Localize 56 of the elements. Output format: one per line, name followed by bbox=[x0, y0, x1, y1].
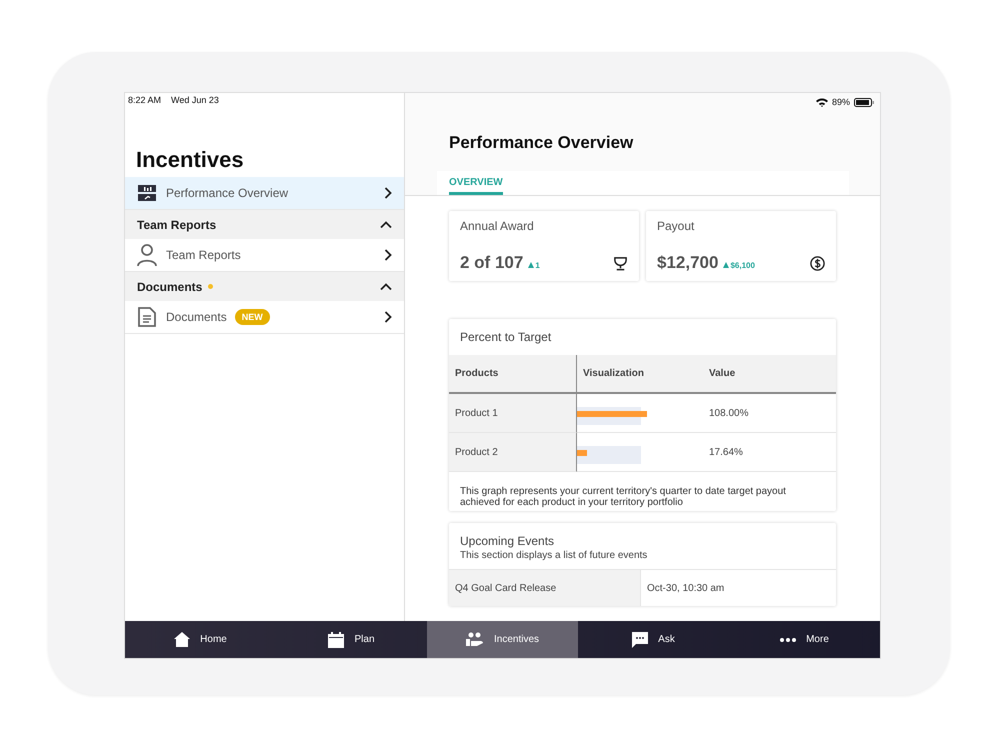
page-title: Performance Overview bbox=[449, 133, 634, 154]
section-title: Documents bbox=[137, 280, 202, 294]
person-icon bbox=[137, 244, 157, 266]
item-label: Performance Overview bbox=[166, 186, 288, 200]
card-title: Percent to Target bbox=[459, 329, 552, 346]
kpi-change: $6,100 bbox=[723, 260, 755, 270]
up-triangle-icon bbox=[723, 262, 730, 268]
section-header[interactable]: Documents bbox=[125, 272, 404, 301]
sidebar-item[interactable]: Performance Overview bbox=[125, 177, 404, 210]
sidebar-title: Incentives bbox=[136, 147, 245, 174]
document-icon bbox=[137, 307, 157, 327]
tab-bar-item[interactable]: Ask bbox=[578, 621, 729, 658]
kpi-label: Payout bbox=[657, 219, 696, 233]
tab-bar-item[interactable]: Home bbox=[125, 621, 276, 658]
kpi-label: Annual Award bbox=[460, 219, 535, 233]
event-name: Q4 Goal Card Release bbox=[449, 570, 641, 606]
tab-bar-item[interactable]: Plan bbox=[276, 621, 427, 658]
section-header[interactable]: Team Reports bbox=[125, 210, 404, 239]
trophy-icon bbox=[613, 256, 628, 270]
tab-bar-item[interactable]: More bbox=[729, 621, 880, 658]
column-header: Value bbox=[703, 355, 836, 394]
table-cell: Product 2 bbox=[449, 433, 577, 472]
wifi-icon bbox=[816, 98, 828, 106]
chevron-right-icon bbox=[384, 187, 392, 199]
kpi-value: $12,700 bbox=[657, 253, 718, 272]
new-badge: NEW bbox=[234, 309, 270, 325]
column-header: Products bbox=[449, 355, 577, 394]
table-cell: 17.64% bbox=[703, 433, 836, 472]
battery-icon bbox=[854, 98, 874, 106]
chevron-right-icon bbox=[384, 311, 392, 323]
chart-note: This graph represents your current territory's quarter to date target payout achieved for each product in your territory portfolio bbox=[459, 485, 787, 510]
table-cell: 108.00% bbox=[703, 394, 836, 433]
chart-icon bbox=[137, 185, 157, 201]
chevron-right-icon bbox=[384, 249, 392, 261]
battery-percent: 89% bbox=[832, 97, 850, 107]
calendar-icon bbox=[328, 632, 344, 648]
item-label: Documents bbox=[166, 310, 227, 324]
kpi-change: 1 bbox=[528, 260, 540, 270]
sidebar-item[interactable]: Documents NEW bbox=[125, 301, 404, 334]
home-icon bbox=[174, 632, 190, 647]
column-header: Visualization bbox=[577, 355, 703, 394]
item-label: Team Reports bbox=[166, 248, 241, 262]
people-icon bbox=[466, 632, 484, 647]
event-time: Oct-30, 10:30 am bbox=[646, 582, 726, 596]
card-title: Upcoming Events bbox=[459, 533, 556, 550]
up-triangle-icon bbox=[528, 262, 534, 268]
chat-icon bbox=[632, 632, 648, 648]
section-title: Team Reports bbox=[137, 218, 216, 232]
kpi-value: 2 of 107 bbox=[460, 253, 524, 272]
more-icon bbox=[780, 638, 796, 642]
tab-bar-item[interactable]: Incentives bbox=[427, 621, 578, 658]
card-subtitle: This section displays a list of future events bbox=[459, 550, 648, 561]
dollar-icon bbox=[810, 256, 825, 270]
table-cell: Product 1 bbox=[449, 394, 577, 433]
status-date: Wed Jun 23 bbox=[171, 95, 219, 107]
status-time: 8:22 AM bbox=[128, 95, 162, 107]
